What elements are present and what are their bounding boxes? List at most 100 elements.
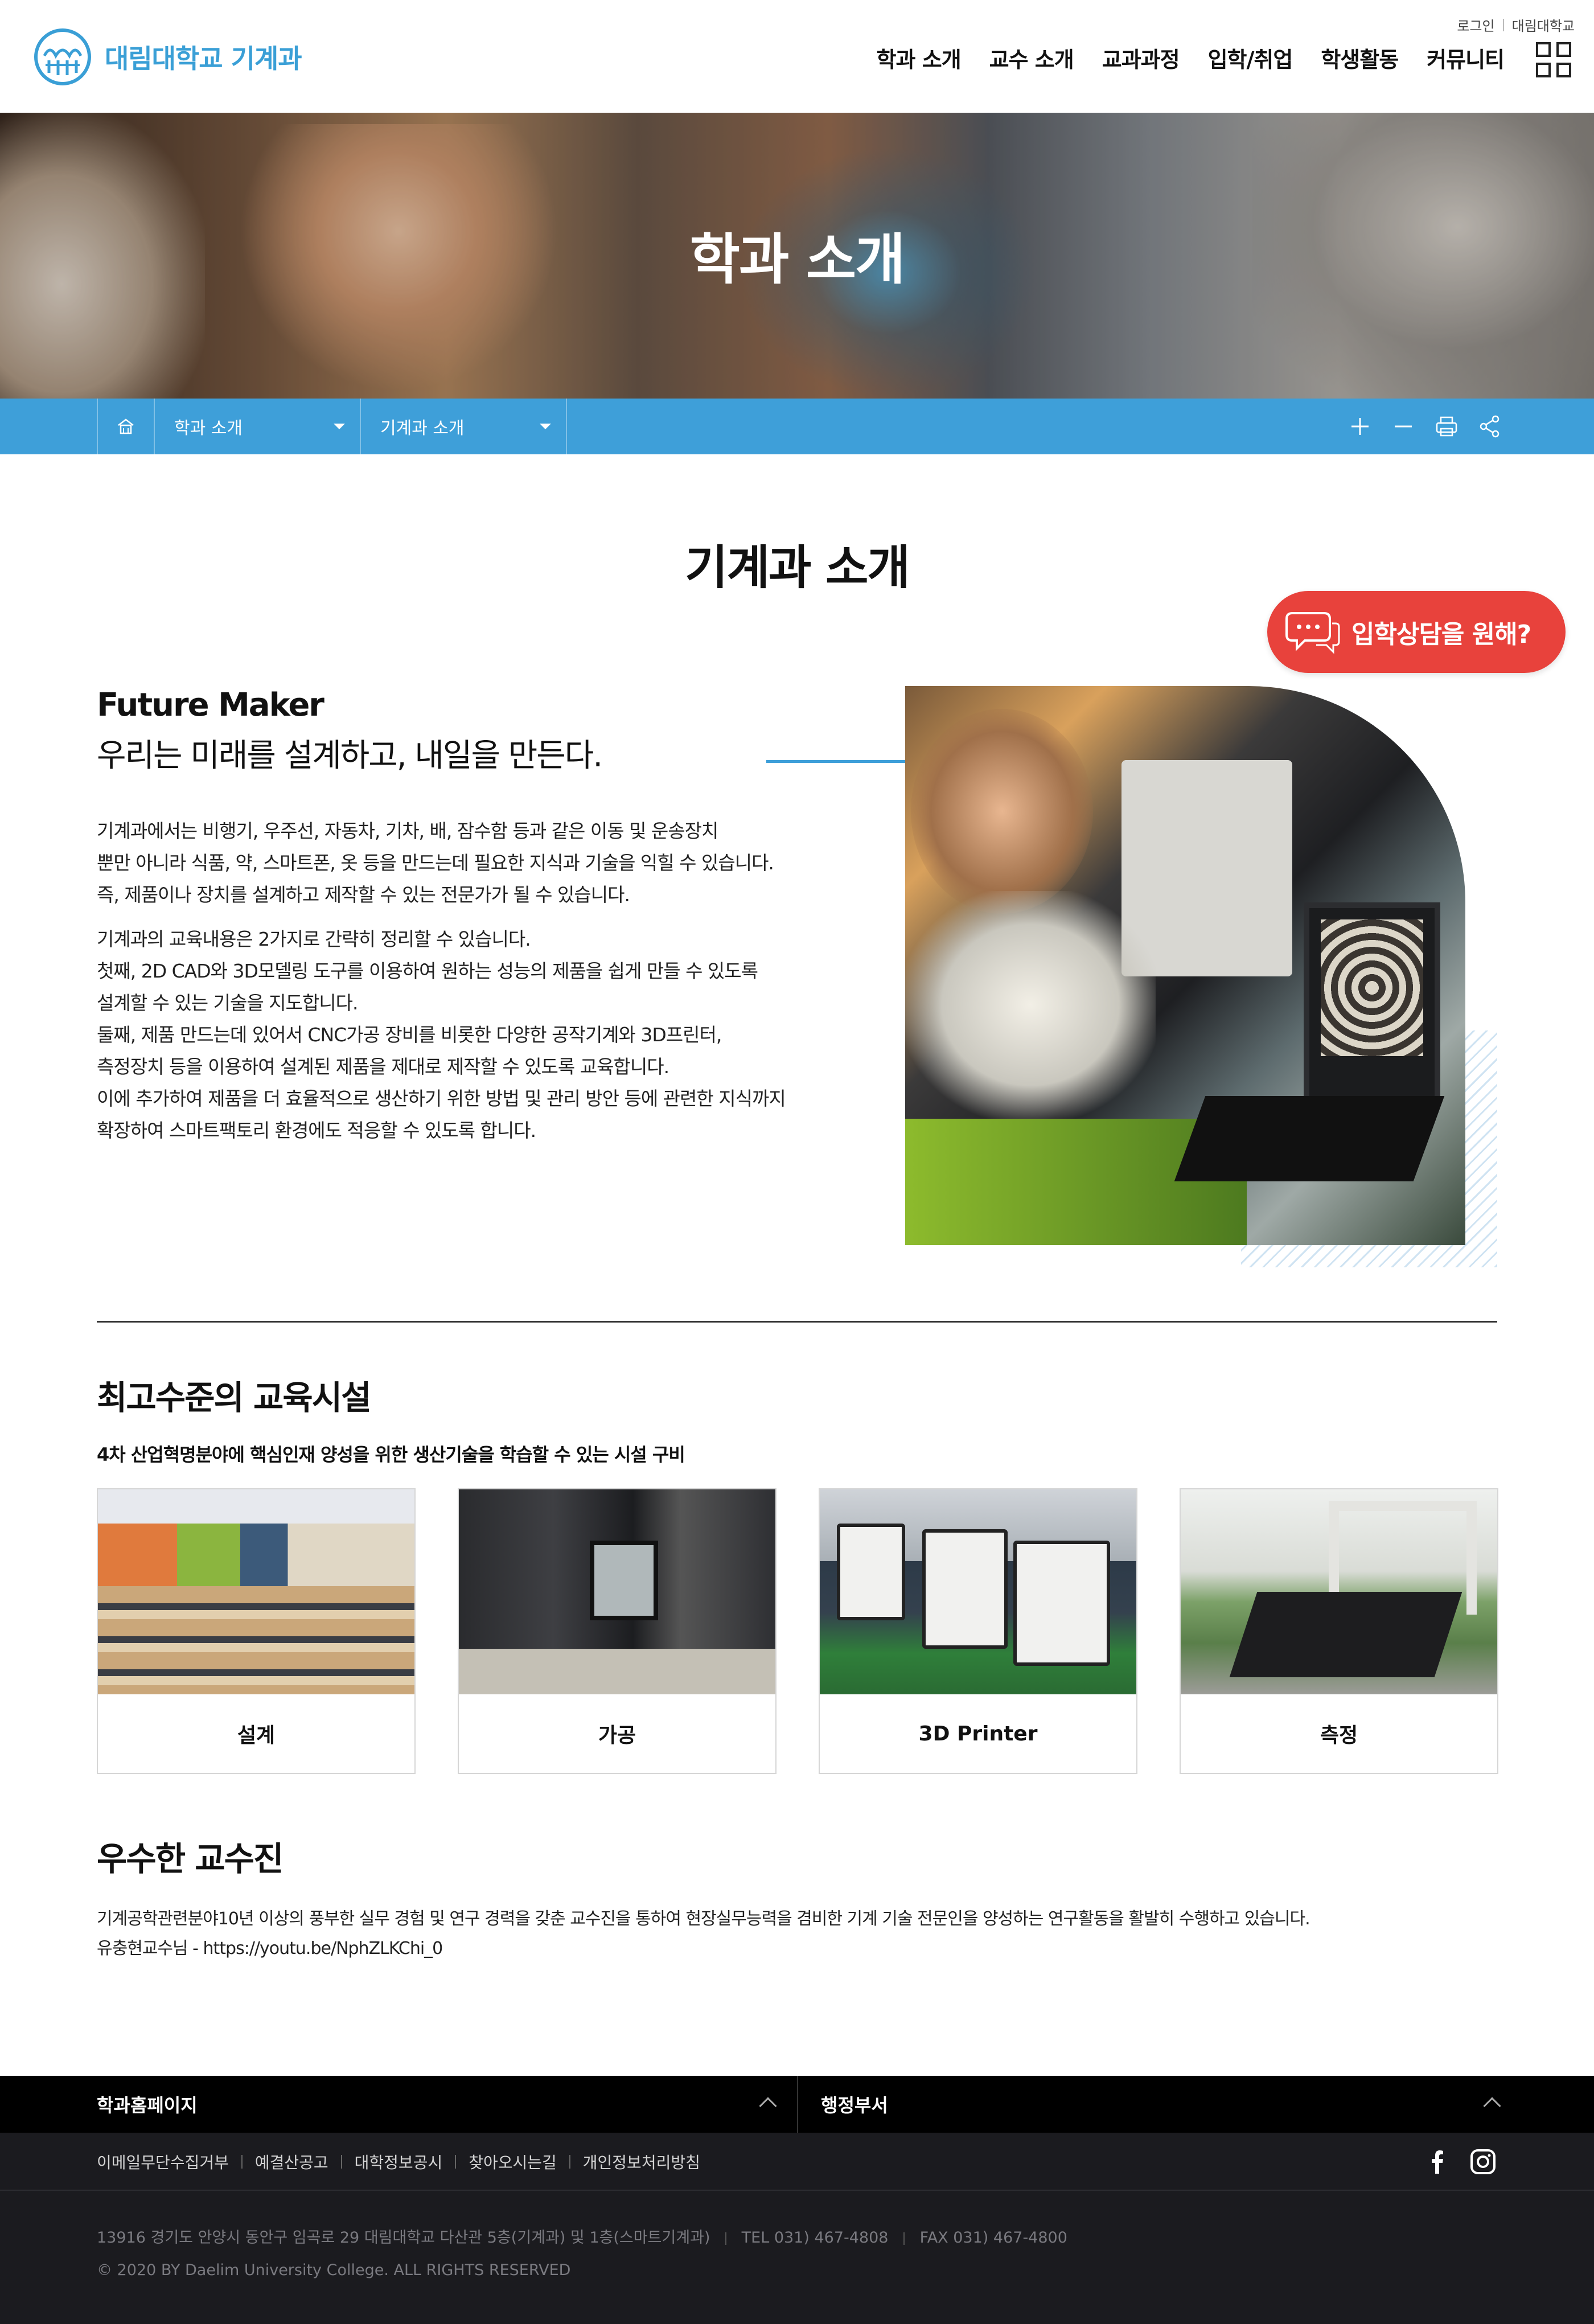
hero-banner: 학과 소개 — [0, 113, 1594, 399]
admin-office-dropdown[interactable]: 행정부서 — [821, 2076, 1501, 2133]
section-divider — [97, 1321, 1497, 1323]
chevron-up-icon — [1483, 2097, 1501, 2115]
footer-links-bar: 이메일무단수집거부 예결산공고 대학정보공시 찾아오시는길 개인정보처리방침 — [0, 2133, 1594, 2191]
intro-line: 첫째, 2D CAD와 3D모델링 도구를 이용하여 원하는 성능의 제품을 쉽… — [97, 960, 758, 982]
nav-item-professors[interactable]: 교수 소개 — [989, 42, 1074, 73]
nav-item-community[interactable]: 커뮤니티 — [1427, 42, 1505, 73]
intro-line: 즉, 제품이나 장치를 설계하고 제작할 수 있는 전문가가 될 수 있습니다. — [97, 884, 630, 906]
footer-divider — [797, 2076, 798, 2133]
login-link[interactable]: 로그인 — [1457, 15, 1494, 35]
facility-caption: 3D Printer — [918, 1722, 1038, 1746]
location-depth2-select[interactable]: 기계과 소개 — [361, 399, 567, 454]
footer-divider — [725, 2232, 727, 2245]
facility-caption: 가공 — [598, 1724, 636, 1747]
facility-image — [1181, 1489, 1497, 1694]
chevron-down-icon — [540, 424, 551, 429]
footer-link-univ-info[interactable]: 대학정보공시 — [355, 2150, 443, 2173]
faculty-title: 우수한 교수진 — [97, 1840, 284, 1878]
sitemap-icon[interactable] — [1536, 42, 1571, 77]
facility-card-measurement[interactable]: 측정 — [1180, 1488, 1498, 1774]
intro-line: 기계과의 교육내용은 2가지로 간략히 정리할 수 있습니다. — [97, 928, 531, 950]
intro-line: 측정장치 등을 이용하여 설계된 제품을 제대로 제작할 수 있도록 교육합니다… — [97, 1056, 669, 1078]
instagram-icon[interactable] — [1469, 2148, 1497, 2176]
plus-icon[interactable] — [1347, 413, 1373, 440]
university-link[interactable]: 대림대학교 — [1512, 15, 1575, 35]
chevron-up-icon — [759, 2097, 777, 2115]
footer-links: 이메일무단수집거부 예결산공고 대학정보공시 찾아오시는길 개인정보처리방침 — [97, 2133, 700, 2191]
intro-line: 둘째, 제품 만드는데 있어서 CNC가공 장비를 비롯한 다양한 공작기계와 … — [97, 1024, 722, 1046]
nav-item-curriculum[interactable]: 교과과정 — [1102, 42, 1180, 73]
location-depth1-label: 학과 소개 — [174, 418, 243, 438]
nav-item-admission[interactable]: 입학/취업 — [1208, 42, 1293, 73]
share-icon[interactable] — [1477, 413, 1503, 440]
faculty-video-link[interactable]: 유충현교수님 - https://youtu.be/NphZLKChi_0 — [97, 1934, 1310, 1964]
facilities-subtitle: 4차 산업혁명분야에 핵심인재 양성을 위한 생산기술을 학습할 수 있는 시설… — [97, 1444, 685, 1465]
print-icon[interactable] — [1433, 413, 1460, 440]
footer-tel: TEL 031) 467-4808 — [741, 2229, 889, 2247]
intro-heading-en: Future Maker — [97, 687, 324, 724]
main-nav: 학과 소개 교수 소개 교과과정 입학/취업 학생활동 커뮤니티 — [848, 42, 1505, 73]
photo-part — [1304, 902, 1440, 1107]
facility-image — [459, 1489, 775, 1694]
page-tools — [1330, 399, 1503, 454]
footer-fax: FAX 031) 467-4800 — [919, 2229, 1067, 2247]
nav-item-student-activities[interactable]: 학생활동 — [1321, 42, 1399, 73]
footer-address-row: 13916 경기도 안양시 동안구 임곡로 29 대림대학교 다산관 5층(기계… — [97, 2225, 1067, 2247]
dept-homepage-dropdown[interactable]: 학과홈페이지 — [97, 2076, 777, 2133]
location-depth2-label: 기계과 소개 — [380, 418, 465, 438]
site-logo[interactable]: 대림대학교 기계과 — [33, 27, 302, 87]
intro-line: 뿐만 아니라 식품, 약, 스마트폰, 옷 등을 만드는데 필요한 지식과 기술… — [97, 852, 774, 874]
home-icon[interactable] — [97, 399, 155, 454]
intro-paragraph-1: 기계과에서는 비행기, 우주선, 자동차, 기차, 배, 잠수함 등과 같은 이… — [97, 815, 837, 911]
sns-links — [1406, 2148, 1497, 2176]
footer-link-budget[interactable]: 예결산공고 — [255, 2150, 328, 2173]
intro-line: 이에 추가하여 제품을 더 효율적으로 생산하기 위한 방법 및 관리 방안 등… — [97, 1087, 786, 1110]
logo-text: 대림대학교 기계과 — [105, 43, 302, 74]
intro-photo — [905, 686, 1465, 1245]
facebook-icon[interactable] — [1423, 2148, 1452, 2176]
hero-title: 학과 소개 — [689, 228, 906, 291]
facility-caption: 측정 — [1320, 1724, 1358, 1747]
admission-consult-button[interactable]: 입학상담을 원해? — [1267, 591, 1566, 673]
footer-link-divider — [241, 2155, 243, 2169]
faculty-text: 기계공학관련분야10년 이상의 풍부한 실무 경험 및 연구 경력을 갖춘 교수… — [97, 1909, 1310, 1929]
facility-image — [98, 1489, 414, 1694]
facility-card-3d-printer[interactable]: 3D Printer — [819, 1488, 1137, 1774]
facility-image — [820, 1489, 1136, 1694]
photo-part — [911, 709, 1093, 914]
intro-line: 기계과에서는 비행기, 우주선, 자동차, 기차, 배, 잠수함 등과 같은 이… — [97, 820, 718, 842]
intro-paragraph-2: 기계과의 교육내용은 2가지로 간략히 정리할 수 있습니다. 첫째, 2D C… — [97, 923, 837, 1147]
footer-quicklinks: 학과홈페이지 행정부서 — [0, 2076, 1594, 2133]
facilities-title: 최고수준의 교육시설 — [97, 1378, 371, 1417]
footer-info: 13916 경기도 안양시 동안구 임곡로 29 대림대학교 다산관 5층(기계… — [0, 2191, 1594, 2324]
minus-icon[interactable] — [1390, 413, 1416, 440]
footer-link-email-policy[interactable]: 이메일무단수집거부 — [97, 2150, 229, 2173]
facility-card-design[interactable]: 설계 — [97, 1488, 416, 1774]
footer-link-directions[interactable]: 찾아오시는길 — [469, 2150, 557, 2173]
logo-mark-icon — [34, 28, 91, 85]
chat-bubble-icon — [1285, 612, 1340, 654]
footer-link-divider — [340, 2155, 342, 2169]
location-depth1-select[interactable]: 학과 소개 — [155, 399, 361, 454]
site-header: 대림대학교 기계과 로그인 대림대학교 학과 소개 교수 소개 교과과정 입학/… — [0, 0, 1594, 113]
admission-consult-label: 입학상담을 원해? — [1351, 620, 1531, 649]
footer-divider — [903, 2232, 905, 2245]
chevron-down-icon — [334, 424, 345, 429]
facility-caption: 설계 — [237, 1724, 276, 1747]
page-title: 기계과 소개 — [685, 541, 910, 595]
utility-divider — [1502, 18, 1504, 31]
footer-link-divider — [455, 2155, 457, 2169]
facility-card-machining[interactable]: 가공 — [458, 1488, 777, 1774]
intro-line: 설계할 수 있는 기술을 지도합니다. — [97, 992, 359, 1014]
location-bar: 학과 소개 기계과 소개 — [0, 399, 1594, 454]
footer-link-privacy[interactable]: 개인정보처리방침 — [583, 2150, 700, 2173]
dept-homepage-label: 학과홈페이지 — [97, 2095, 198, 2116]
utility-menu: 로그인 대림대학교 — [1457, 15, 1575, 35]
intro-line: 확장하여 스마트팩토리 환경에도 적응할 수 있도록 합니다. — [97, 1119, 536, 1142]
photo-part — [905, 891, 1156, 1119]
footer-address: 13916 경기도 안양시 동안구 임곡로 29 대림대학교 다산관 5층(기계… — [97, 2229, 710, 2247]
admin-office-label: 행정부서 — [821, 2095, 888, 2116]
nav-item-dept-intro[interactable]: 학과 소개 — [877, 42, 962, 73]
photo-part — [1174, 1096, 1445, 1181]
facility-cards: 설계 가공 3D Printer 측정 — [97, 1488, 1498, 1774]
